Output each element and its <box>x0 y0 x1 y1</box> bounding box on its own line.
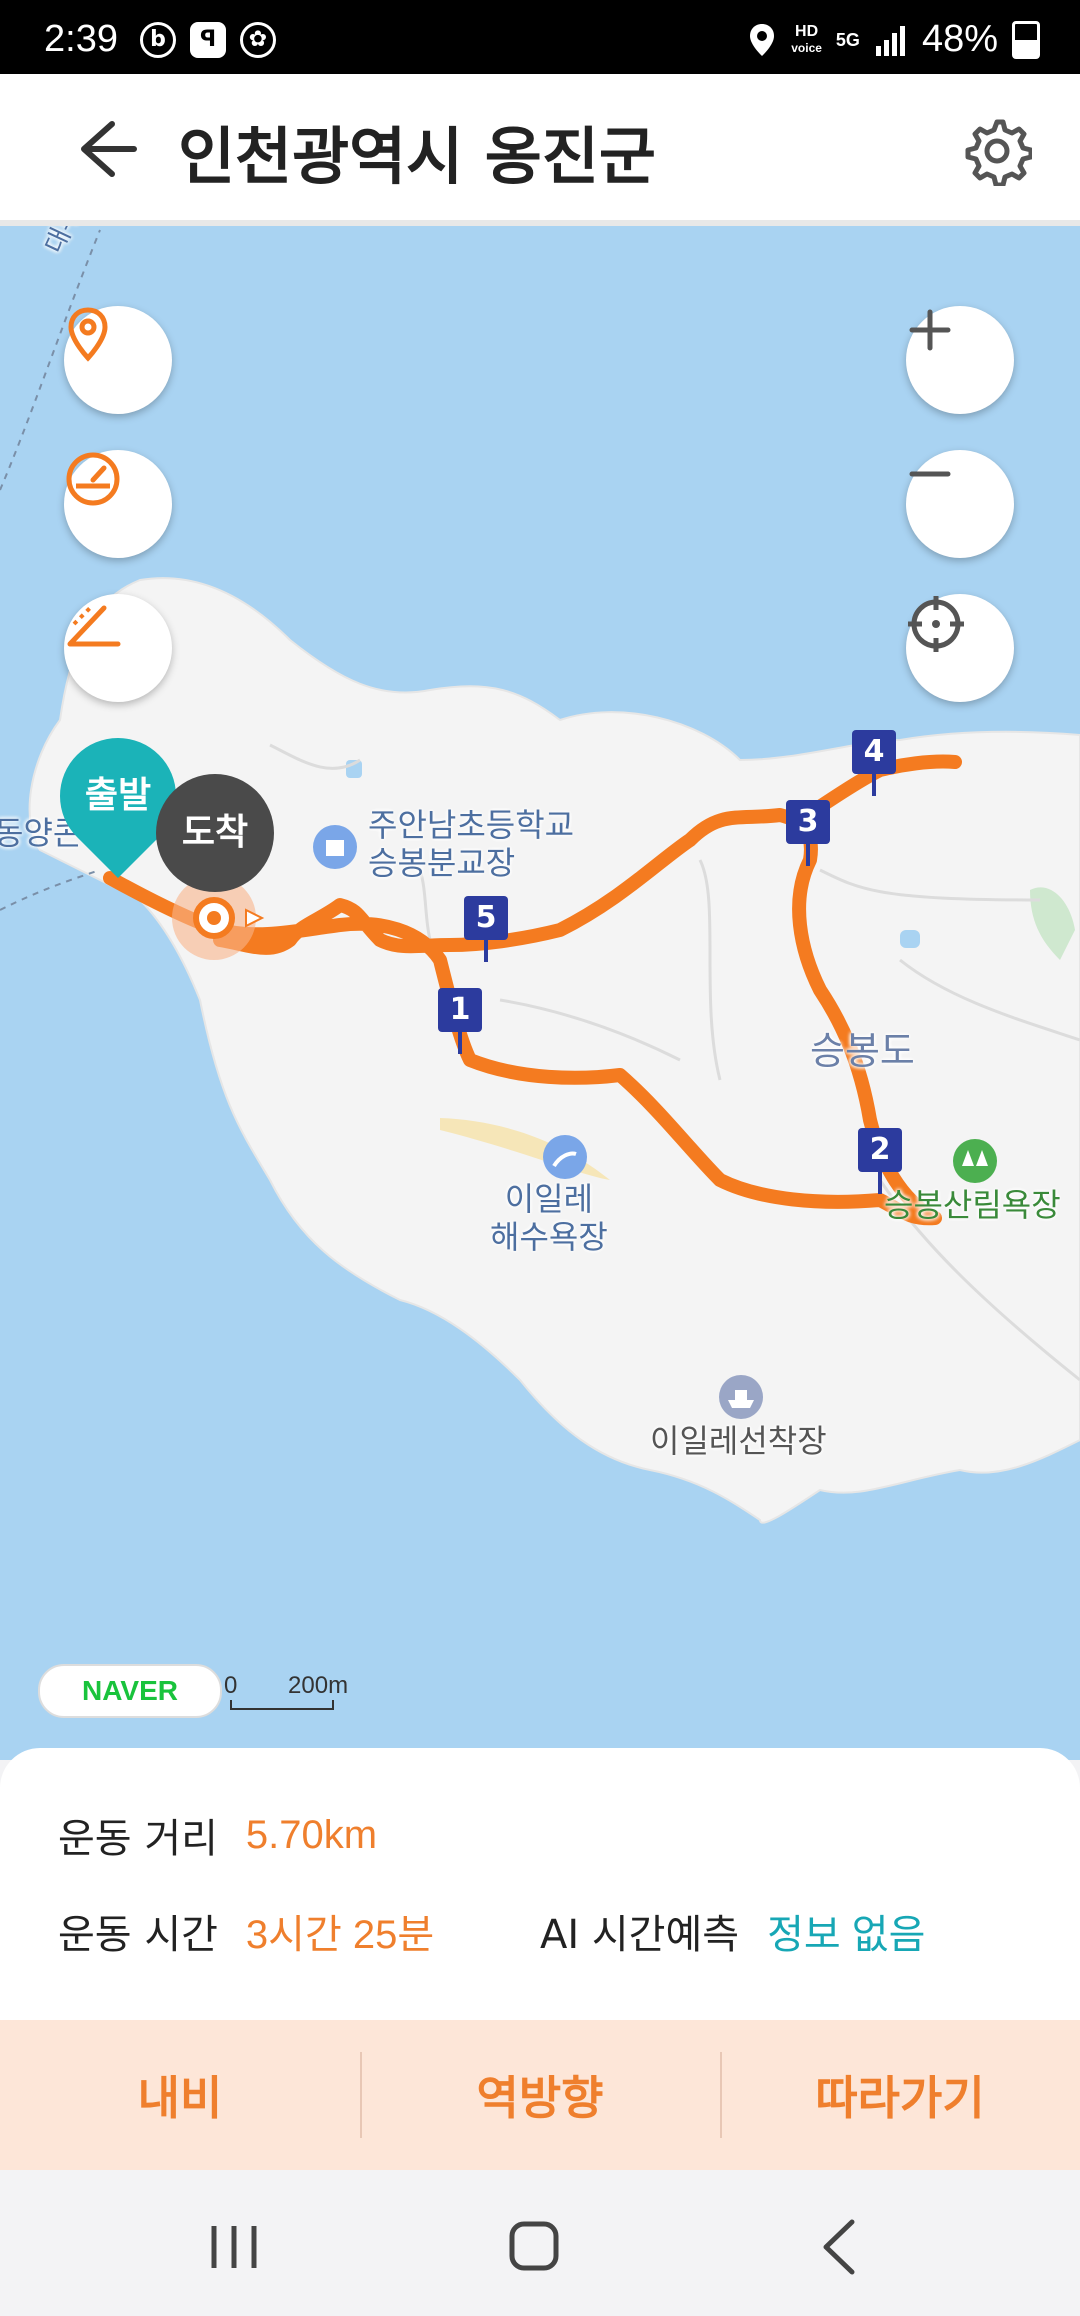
route-map[interactable]: 대부도- 동양콘 주안남초등학교 승봉분교장 승봉도 이일레 해수욕장 이일레선… <box>0 226 1080 1760</box>
current-location-button[interactable] <box>906 594 1014 702</box>
recent-apps-icon[interactable] <box>194 2212 274 2282</box>
route-info-panel: 운동 거리 5.70km 운동 시간 3시간 25분 AI 시간예측 정보 없음 <box>0 1748 1080 2020</box>
ferry-icon <box>719 1375 763 1419</box>
dock-label: 이일레선착장 <box>650 1422 827 1460</box>
end-marker[interactable]: 도착 <box>156 774 274 892</box>
waypoint-marker[interactable]: 2 <box>858 1128 902 1194</box>
zoom-in-button[interactable] <box>906 306 1014 414</box>
forest-label: 승봉산림욕장 <box>884 1186 1061 1224</box>
minus-icon <box>909 471 951 477</box>
location-pin-icon <box>68 307 108 362</box>
beach-label-line1: 이일레 <box>504 1180 594 1218</box>
status-bar: 2:39 b ꟼ ✿ HD voice 5G 48% <box>0 0 1080 74</box>
ai-prediction-row: AI 시간예측 정보 없음 <box>540 1902 925 1960</box>
battery-percent: 48% <box>921 18 998 60</box>
forest-icon <box>953 1139 997 1183</box>
voice-label: voice <box>791 40 822 55</box>
school-label-line1: 주안남초등학교 <box>368 806 575 844</box>
follow-button[interactable]: 따라가기 <box>720 2020 1080 2170</box>
time-value: 3시간 25분 <box>245 1913 435 1957</box>
hd-label: HD <box>795 22 819 40</box>
start-marker-label: 출발 <box>84 775 152 816</box>
location-icon <box>750 23 775 56</box>
signal-icon <box>875 25 905 56</box>
distance-row: 운동 거리 5.70km <box>58 1806 377 1864</box>
app-header: 인천광역시 옹진군 <box>0 74 1080 226</box>
scale-line <box>230 1700 334 1710</box>
back-nav-icon[interactable] <box>800 2212 880 2282</box>
reverse-button[interactable]: 역방향 <box>360 2020 720 2170</box>
b-app-icon: b <box>140 22 176 58</box>
distance-value: 5.70km <box>245 1812 378 1857</box>
ferry-route <box>0 869 101 911</box>
elevation-icon <box>67 605 121 647</box>
home-icon[interactable] <box>494 2212 574 2282</box>
crosshair-icon <box>908 596 964 652</box>
time-label: 운동 시간 <box>58 1912 218 1958</box>
waypoint-marker[interactable]: 4 <box>852 730 896 796</box>
school-label-line2: 승봉분교장 <box>368 844 516 882</box>
waypoint-marker[interactable]: 5 <box>464 896 508 962</box>
beach-label: 이일레 해수욕장 <box>490 1180 608 1256</box>
speedometer-icon <box>66 452 120 506</box>
running-shoe-icon: ✿ <box>240 22 276 58</box>
beach-label-line2: 해수욕장 <box>490 1218 608 1256</box>
app-notification-icon: ꟼ <box>190 22 226 58</box>
zoom-out-button[interactable] <box>906 450 1014 558</box>
distance-label: 운동 거리 <box>58 1816 218 1862</box>
scale-bar: 0 200m <box>224 1672 364 1712</box>
scale-distance: 200m <box>288 1672 349 1699</box>
island-label: 승봉도 <box>810 1029 915 1073</box>
pond <box>900 930 920 948</box>
hd-voice-icon: HD voice <box>791 22 822 56</box>
speedometer-button[interactable] <box>64 450 172 558</box>
school-label: 주안남초등학교 승봉분교장 <box>368 806 574 882</box>
location-pin-button[interactable] <box>64 306 172 414</box>
notification-icons: b ꟼ ✿ <box>140 22 276 58</box>
time-row: 운동 시간 3시간 25분 <box>58 1902 434 1960</box>
back-arrow-icon[interactable] <box>64 114 144 184</box>
battery-icon <box>1012 20 1040 59</box>
navi-button[interactable]: 내비 <box>0 2020 360 2170</box>
school-icon <box>313 825 357 869</box>
page-title: 인천광역시 옹진군 <box>178 120 656 193</box>
action-bar: 내비 역방향 따라가기 <box>0 2020 1080 2170</box>
status-time: 2:39 <box>44 18 118 60</box>
ai-value: 정보 없음 <box>767 1913 926 1957</box>
waypoint-marker[interactable]: 3 <box>786 800 830 866</box>
elevation-button[interactable] <box>64 594 172 702</box>
scale-zero: 0 <box>224 1672 238 1699</box>
system-nav-bar <box>0 2170 1080 2316</box>
ai-label: AI 시간예측 <box>540 1912 740 1958</box>
island-landmass <box>28 577 1080 1524</box>
gear-icon[interactable] <box>962 116 1032 186</box>
5g-icon: 5G <box>835 29 860 50</box>
plus-icon <box>909 309 951 351</box>
status-right: HD voice 5G 48% <box>747 18 1040 61</box>
naver-logo: NAVER <box>38 1664 222 1718</box>
beach-icon <box>543 1135 587 1179</box>
waypoint-marker[interactable]: 1 <box>438 988 482 1054</box>
